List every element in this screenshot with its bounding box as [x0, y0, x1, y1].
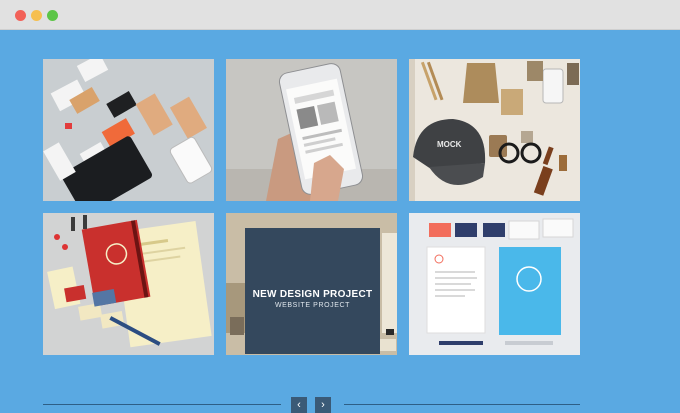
previous-button[interactable]: ‹	[291, 397, 307, 413]
chevron-right-icon: ›	[321, 399, 325, 411]
pager-divider-right	[344, 404, 580, 405]
portfolio-item-notebook-mockup[interactable]	[43, 213, 214, 355]
svg-text:MOCK: MOCK	[437, 140, 462, 149]
red-notebook-stationery-image	[43, 213, 214, 355]
portfolio-item-packaging-mockup[interactable]: MOCK	[409, 59, 580, 201]
project-subtitle: WEBSITE PROJECT	[274, 302, 351, 309]
portfolio-item-phone-mockup[interactable]	[226, 59, 397, 201]
blue-folder-stationery-image	[409, 213, 580, 355]
stationery-tags-image	[43, 59, 214, 201]
close-window-button[interactable]	[15, 10, 26, 21]
pager-divider-left	[43, 404, 281, 405]
portfolio-item-new-design-project[interactable]: NEW DESIGN PROJECT WEBSITE PROJECT	[226, 213, 397, 355]
carousel-pager: ‹ ›	[0, 392, 680, 413]
portfolio-item-stationery-tags[interactable]	[43, 59, 214, 201]
phone-in-hand-image	[226, 59, 397, 201]
portfolio-item-folder-mockup[interactable]	[409, 213, 580, 355]
browser-window: MOCK NEW DESIGN PROJECT WEBSITE PROJECT …	[0, 0, 680, 413]
project-title: NEW DESIGN PROJECT	[252, 289, 373, 300]
chevron-left-icon: ‹	[297, 399, 301, 411]
maximize-window-button[interactable]	[47, 10, 58, 21]
window-titlebar	[0, 0, 680, 30]
packaging-cap-image: MOCK	[409, 59, 580, 201]
project-overlay[interactable]: NEW DESIGN PROJECT WEBSITE PROJECT	[245, 228, 380, 354]
next-button[interactable]: ›	[315, 397, 331, 413]
minimize-window-button[interactable]	[31, 10, 42, 21]
